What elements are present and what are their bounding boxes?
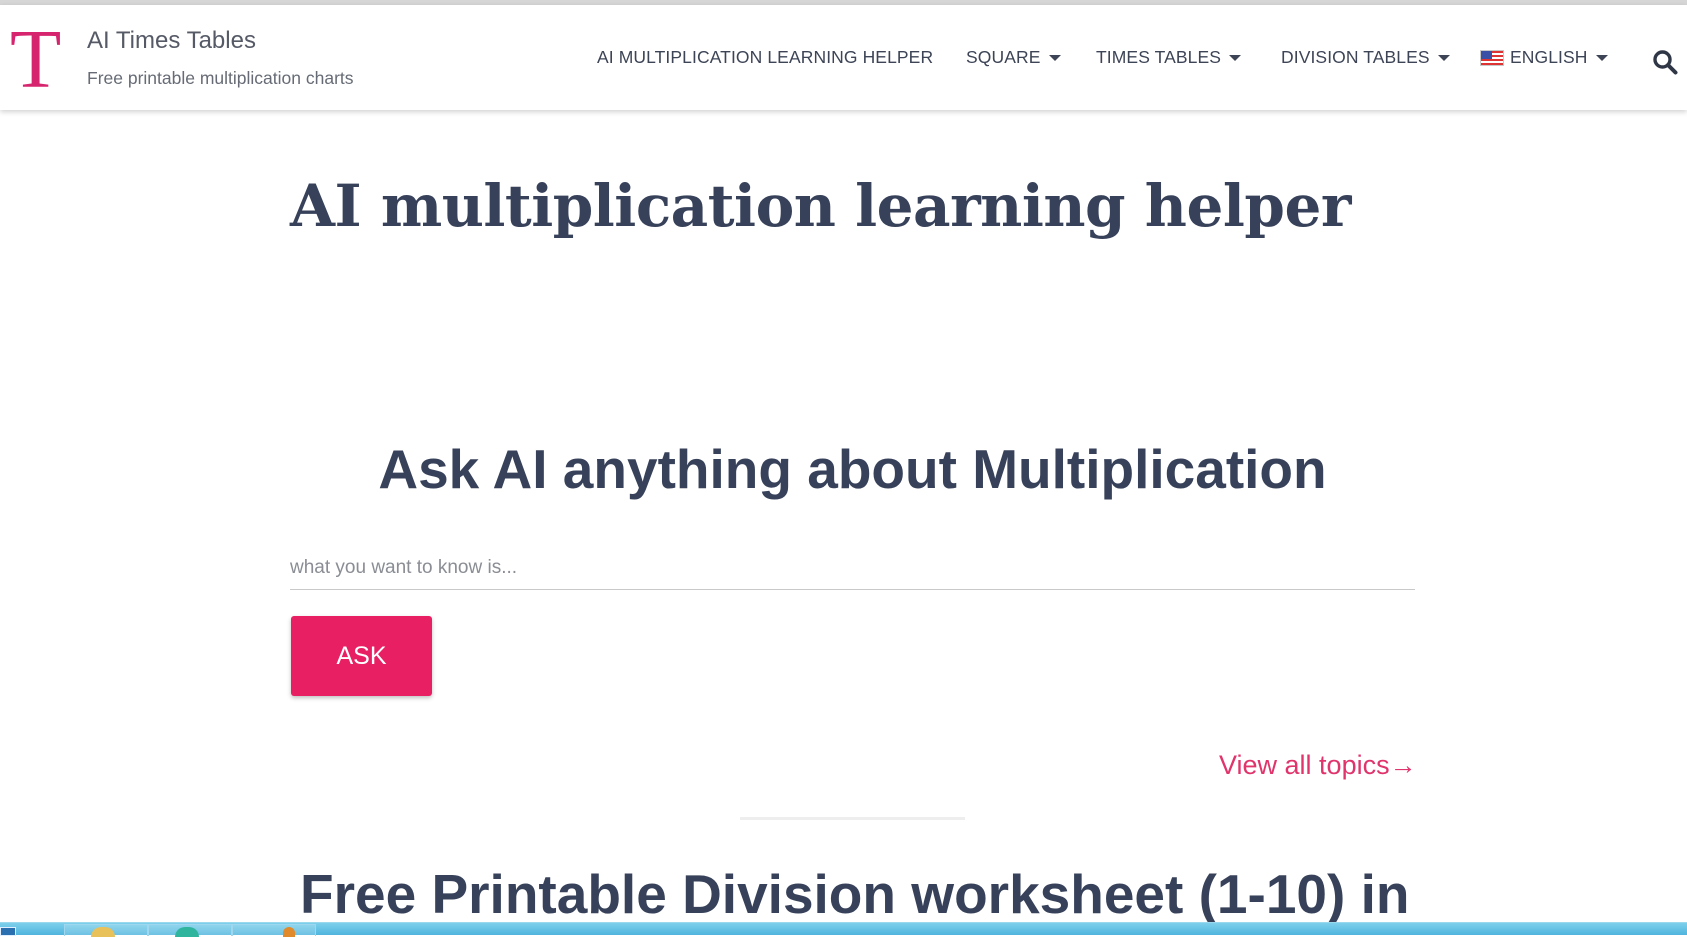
site-tagline: Free printable multiplication charts xyxy=(87,68,354,88)
page-title: AI multiplication learning helper xyxy=(290,172,1351,240)
search-icon[interactable] xyxy=(1652,49,1678,75)
site-header: T AI Times Tables Free printable multipl… xyxy=(0,5,1687,110)
view-all-topics-link[interactable]: View all topics→ xyxy=(1219,750,1417,781)
section-divider xyxy=(740,817,965,820)
question-input[interactable] xyxy=(290,546,1415,590)
browser-icon xyxy=(175,927,199,937)
nav-item-times-tables[interactable]: TIMES TABLES xyxy=(1096,47,1242,68)
nav-item-label: SQUARE xyxy=(966,47,1041,67)
nav-item-label: TIMES TABLES xyxy=(1096,47,1222,67)
us-flag-icon xyxy=(1480,49,1504,66)
nav-item-label: DIVISION TABLES xyxy=(1281,47,1430,67)
nav-item-label: ENGLISH xyxy=(1510,47,1588,67)
nav-item-square[interactable]: SQUARE xyxy=(966,47,1061,68)
site-title[interactable]: AI Times Tables xyxy=(87,27,256,55)
caret-down-icon xyxy=(1437,54,1450,61)
nav-item-ai-helper[interactable]: AI MULTIPLICATION LEARNING HELPER xyxy=(597,47,933,68)
caret-down-icon xyxy=(1229,54,1242,61)
caret-down-icon xyxy=(1595,54,1608,61)
nav-item-label: AI MULTIPLICATION LEARNING HELPER xyxy=(597,47,934,67)
taskbar-app-media[interactable] xyxy=(232,924,316,937)
section-heading: Free Printable Division worksheet (1-10)… xyxy=(300,863,1410,925)
ask-heading: Ask AI anything about Multiplication xyxy=(378,438,1327,500)
folder-icon xyxy=(91,927,115,937)
os-taskbar xyxy=(0,922,1687,937)
main-nav: AI MULTIPLICATION LEARNING HELPER SQUARE… xyxy=(0,5,1687,110)
site-logo[interactable]: T xyxy=(10,18,66,102)
ask-button[interactable]: ASK xyxy=(291,616,432,696)
media-icon xyxy=(283,927,295,937)
nav-item-language[interactable]: ENGLISH xyxy=(1480,47,1608,68)
caret-down-icon xyxy=(1048,54,1061,61)
nav-item-division-tables[interactable]: DIVISION TABLES xyxy=(1281,47,1450,68)
taskbar-app-browser[interactable] xyxy=(148,924,232,937)
taskbar-app-explorer[interactable] xyxy=(64,924,148,937)
